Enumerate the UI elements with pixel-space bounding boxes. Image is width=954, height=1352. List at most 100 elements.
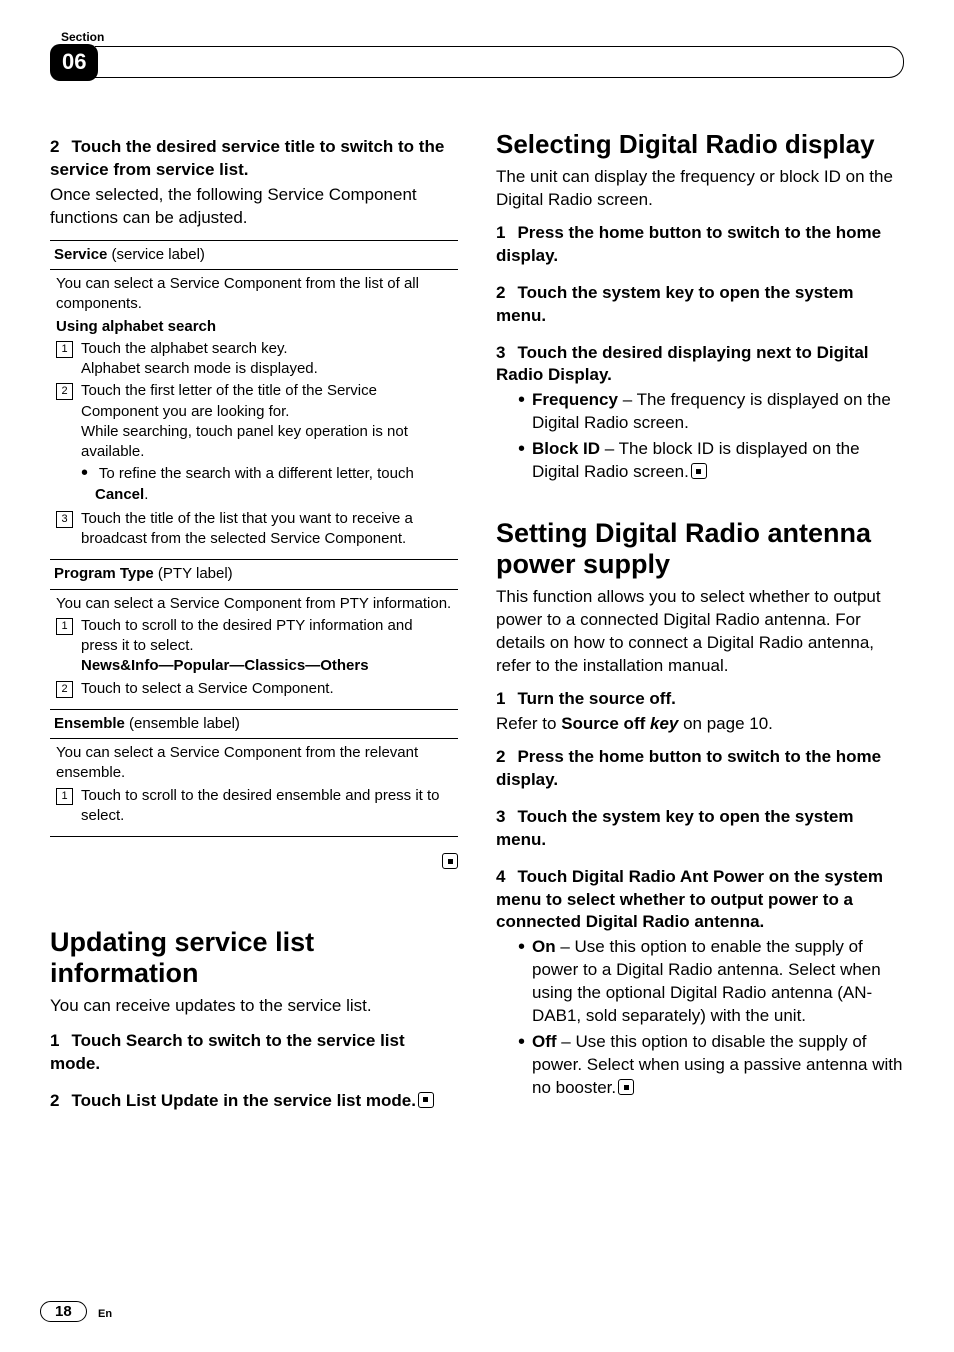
secB-step-4: 4Touch Digital Radio Ant Power on the sy… xyxy=(496,866,904,935)
selecting-display-intro: The unit can display the frequency or bl… xyxy=(496,166,904,212)
list-item: Off – Use this option to disable the sup… xyxy=(532,1031,904,1100)
ensemble-intro: You can select a Service Component from … xyxy=(56,743,452,784)
list-item-text: Touch to scroll to the desired ensemble … xyxy=(81,786,452,827)
pty-intro: You can select a Service Component from … xyxy=(56,594,452,614)
list-item-text: Touch the alphabet search key. xyxy=(81,340,288,357)
end-mark-icon xyxy=(618,1079,634,1095)
step-number: 2 xyxy=(50,137,59,156)
box-number-icon: 1 xyxy=(56,341,73,358)
section-number-badge: 06 xyxy=(50,44,98,81)
step-text: Touch List Update in the service list mo… xyxy=(71,1091,415,1110)
step-number: 1 xyxy=(50,1031,59,1050)
step-text: Touch the desired service title to switc… xyxy=(50,137,444,179)
program-type-note: (PTY label) xyxy=(154,565,233,582)
refer-text-d: on page 10. xyxy=(678,714,773,733)
service-label-note: (service label) xyxy=(107,246,205,263)
alphabet-search-title: Using alphabet search xyxy=(56,317,452,337)
pty-options: News&Info—Popular—Classics—Others xyxy=(81,657,369,674)
section-label: Section xyxy=(61,30,104,44)
box-number-icon: 2 xyxy=(56,383,73,400)
on-label: On xyxy=(532,937,556,956)
updating-intro: You can receive updates to the service l… xyxy=(50,995,458,1018)
manual-page: Section 06 Digital Radio 2Touch the desi… xyxy=(0,0,954,1352)
step-number: 1 xyxy=(496,689,505,708)
box-number-icon: 2 xyxy=(56,681,73,698)
source-off-label: Source off xyxy=(561,714,645,733)
updating-step-1: 1Touch Search to switch to the service l… xyxy=(50,1030,458,1076)
step-text: Touch the system key to open the system … xyxy=(496,807,853,849)
step-number: 2 xyxy=(496,283,505,302)
program-type-bold: Program Type xyxy=(54,565,154,582)
step-text: Press the home button to switch to the h… xyxy=(496,223,881,265)
box-number-icon: 1 xyxy=(56,618,73,635)
cancel-label: Cancel xyxy=(95,486,144,503)
end-mark-icon xyxy=(442,853,458,869)
end-mark-icon xyxy=(418,1092,434,1108)
step-text: Touch the system key to open the system … xyxy=(496,283,853,325)
list-item: To refine the search with a different le… xyxy=(95,464,452,505)
service-intro: You can select a Service Component from … xyxy=(56,274,452,315)
secA-bullets: Frequency – The frequency is displayed o… xyxy=(496,389,904,484)
left-column: 2Touch the desired service title to swit… xyxy=(50,130,458,1115)
list-item: 1 Touch the alphabet search key. Alphabe… xyxy=(56,339,452,380)
language-label: En xyxy=(98,1308,112,1320)
service-row-body: You can select a Service Component from … xyxy=(50,270,458,560)
step-2: 2Touch the desired service title to swit… xyxy=(50,136,458,182)
step-2-description: Once selected, the following Service Com… xyxy=(50,184,458,230)
updating-step-2: 2 Touch List Update in the service list m… xyxy=(50,1090,458,1113)
service-row-title: Service (service label) xyxy=(50,241,458,270)
on-text: – Use this option to enable the supply o… xyxy=(532,937,881,1025)
off-label: Off xyxy=(532,1032,557,1051)
refer-text-a: Refer to xyxy=(496,714,561,733)
secA-step-3: 3Touch the desired displaying next to Di… xyxy=(496,342,904,388)
program-type-row-title: Program Type (PTY label) xyxy=(50,560,458,589)
frequency-label: Frequency xyxy=(532,390,618,409)
list-item: On – Use this option to enable the suppl… xyxy=(532,936,904,1028)
right-column: Selecting Digital Radio display The unit… xyxy=(496,130,904,1115)
ensemble-note: (ensemble label) xyxy=(125,715,240,732)
secA-step-1: 1Press the home button to switch to the … xyxy=(496,222,904,268)
secB-step-1: 1 Turn the source off. xyxy=(496,688,904,711)
ensemble-row-body: You can select a Service Component from … xyxy=(50,739,458,836)
service-label-bold: Service xyxy=(54,246,107,263)
step-number: 2 xyxy=(50,1091,59,1110)
step-text: Touch Digital Radio Ant Power on the sys… xyxy=(496,867,883,932)
list-item-text: Touch to select a Service Component. xyxy=(81,679,334,699)
key-label: key xyxy=(645,714,678,733)
refine-text-a: To refine the search with a different le… xyxy=(99,465,414,482)
service-table: Service (service label) You can select a… xyxy=(50,240,458,837)
step-text: Touch Search to switch to the service li… xyxy=(50,1031,405,1073)
end-mark-icon xyxy=(691,463,707,479)
step-number: 1 xyxy=(496,223,505,242)
refine-text-c: . xyxy=(144,486,148,503)
secB-step-2: 2Press the home button to switch to the … xyxy=(496,746,904,792)
list-item: 2 Touch the first letter of the title of… xyxy=(56,381,452,507)
box-number-icon: 1 xyxy=(56,788,73,805)
blockid-label: Block ID xyxy=(532,439,600,458)
secB-step-1-refer: Refer to Source off key on page 10. xyxy=(496,713,904,736)
column-container: 2Touch the desired service title to swit… xyxy=(50,130,904,1115)
antenna-heading: Setting Digital Radio antenna power supp… xyxy=(496,518,904,580)
tab-border xyxy=(95,46,904,78)
list-item: 1 Touch to scroll to the desired PTY inf… xyxy=(56,616,452,677)
list-item: Frequency – The frequency is displayed o… xyxy=(532,389,904,435)
list-item: 1 Touch to scroll to the desired ensembl… xyxy=(56,786,452,827)
page-number-badge: 18 xyxy=(40,1301,87,1322)
secB-step-3: 3Touch the system key to open the system… xyxy=(496,806,904,852)
off-text: – Use this option to disable the supply … xyxy=(532,1032,902,1097)
ensemble-row-title: Ensemble (ensemble label) xyxy=(50,710,458,739)
updating-heading: Updating service list information xyxy=(50,927,458,989)
step-text: Turn the source off. xyxy=(517,689,675,708)
selecting-display-heading: Selecting Digital Radio display xyxy=(496,130,904,160)
list-item-text: Touch the title of the list that you wan… xyxy=(81,509,452,550)
list-item: 2 Touch to select a Service Component. xyxy=(56,679,452,699)
section-header: Section 06 Digital Radio xyxy=(50,30,904,90)
step-number: 4 xyxy=(496,867,505,886)
secB-bullets: On – Use this option to enable the suppl… xyxy=(496,936,904,1100)
step-number: 3 xyxy=(496,807,505,826)
step-number: 3 xyxy=(496,343,505,362)
list-item-subtext: Alphabet search mode is displayed. xyxy=(81,360,318,377)
secA-step-2: 2Touch the system key to open the system… xyxy=(496,282,904,328)
list-item-text: Touch the first letter of the title of t… xyxy=(81,382,377,419)
list-item-subtext: While searching, touch panel key operati… xyxy=(81,423,408,460)
